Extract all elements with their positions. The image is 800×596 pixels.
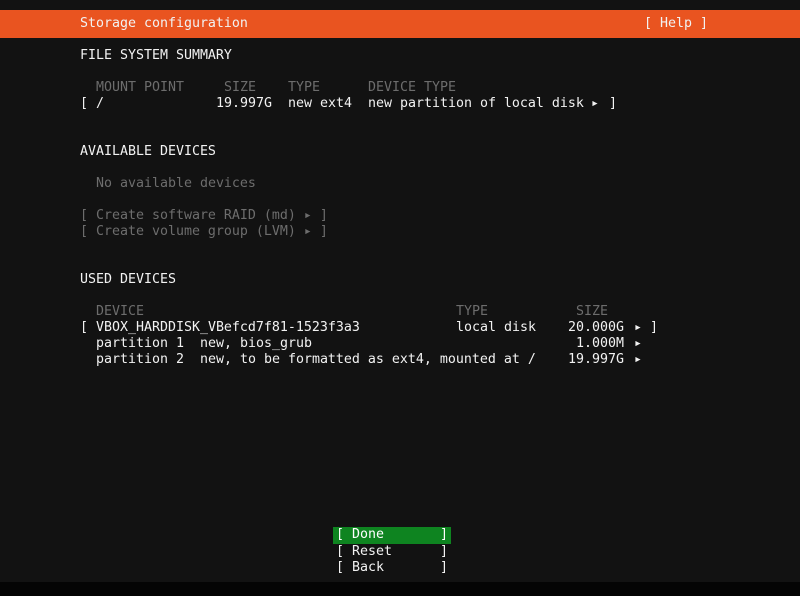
page-title: Storage configuration bbox=[80, 16, 248, 31]
fs-col-device-type: DEVICE TYPE bbox=[368, 80, 456, 95]
bracket-close: ] bbox=[609, 96, 617, 111]
partition-row-detail: new, to be formatted as ext4, mounted at… bbox=[200, 352, 536, 367]
create-software-raid-button[interactable]: [ Create software RAID (md) ▸ ] bbox=[80, 208, 328, 224]
back-button[interactable]: [ Back ] bbox=[336, 560, 448, 576]
used-col-size: SIZE bbox=[576, 304, 608, 319]
fs-col-mount-point: MOUNT POINT bbox=[96, 80, 184, 95]
fs-row-mount-point: / bbox=[96, 96, 104, 111]
partition-row-device: partition 2 bbox=[96, 352, 184, 367]
bracket-close: ] bbox=[650, 320, 658, 335]
done-button[interactable]: [ Done ] bbox=[333, 527, 451, 544]
screen-bottom-strip bbox=[0, 582, 800, 596]
forward-arrow-icon[interactable]: ▸ bbox=[634, 352, 642, 368]
disk-row-device: VBOX_HARDDISK_VBefcd7f81-1523f3a3 bbox=[96, 320, 360, 335]
forward-arrow-icon[interactable]: ▸ bbox=[591, 96, 599, 112]
reset-button[interactable]: [ Reset ] bbox=[336, 544, 448, 560]
help-button[interactable]: [ Help ] bbox=[644, 16, 708, 32]
bracket-open: [ bbox=[80, 320, 88, 335]
no-available-devices-text: No available devices bbox=[96, 176, 256, 191]
create-volume-group-button[interactable]: [ Create volume group (LVM) ▸ ] bbox=[80, 224, 328, 240]
used-col-type: TYPE bbox=[456, 304, 488, 319]
fs-row-type: new ext4 bbox=[288, 96, 352, 111]
fs-col-type: TYPE bbox=[288, 80, 320, 95]
installer-screen: Storage configuration [ Help ] FILE SYST… bbox=[0, 0, 800, 596]
fs-row-device-type: new partition of local disk bbox=[368, 96, 584, 111]
disk-row-type: local disk bbox=[456, 320, 536, 335]
partition-row-size: 19.997G bbox=[568, 352, 624, 367]
available-devices-heading: AVAILABLE DEVICES bbox=[80, 144, 216, 159]
used-col-device: DEVICE bbox=[96, 304, 144, 319]
forward-arrow-icon[interactable]: ▸ bbox=[634, 336, 642, 352]
partition-row-detail: new, bios_grub bbox=[200, 336, 312, 351]
partition-row-size: 1.000M bbox=[576, 336, 624, 351]
file-system-summary-heading: FILE SYSTEM SUMMARY bbox=[80, 48, 232, 63]
fs-row-size: 19.997G bbox=[216, 96, 272, 111]
disk-row-size: 20.000G bbox=[568, 320, 624, 335]
titlebar: Storage configuration [ Help ] bbox=[0, 10, 800, 38]
fs-col-size: SIZE bbox=[224, 80, 256, 95]
partition-row-device: partition 1 bbox=[96, 336, 184, 351]
used-devices-heading: USED DEVICES bbox=[80, 272, 176, 287]
bracket-open: [ bbox=[80, 96, 88, 111]
forward-arrow-icon[interactable]: ▸ bbox=[634, 320, 642, 336]
